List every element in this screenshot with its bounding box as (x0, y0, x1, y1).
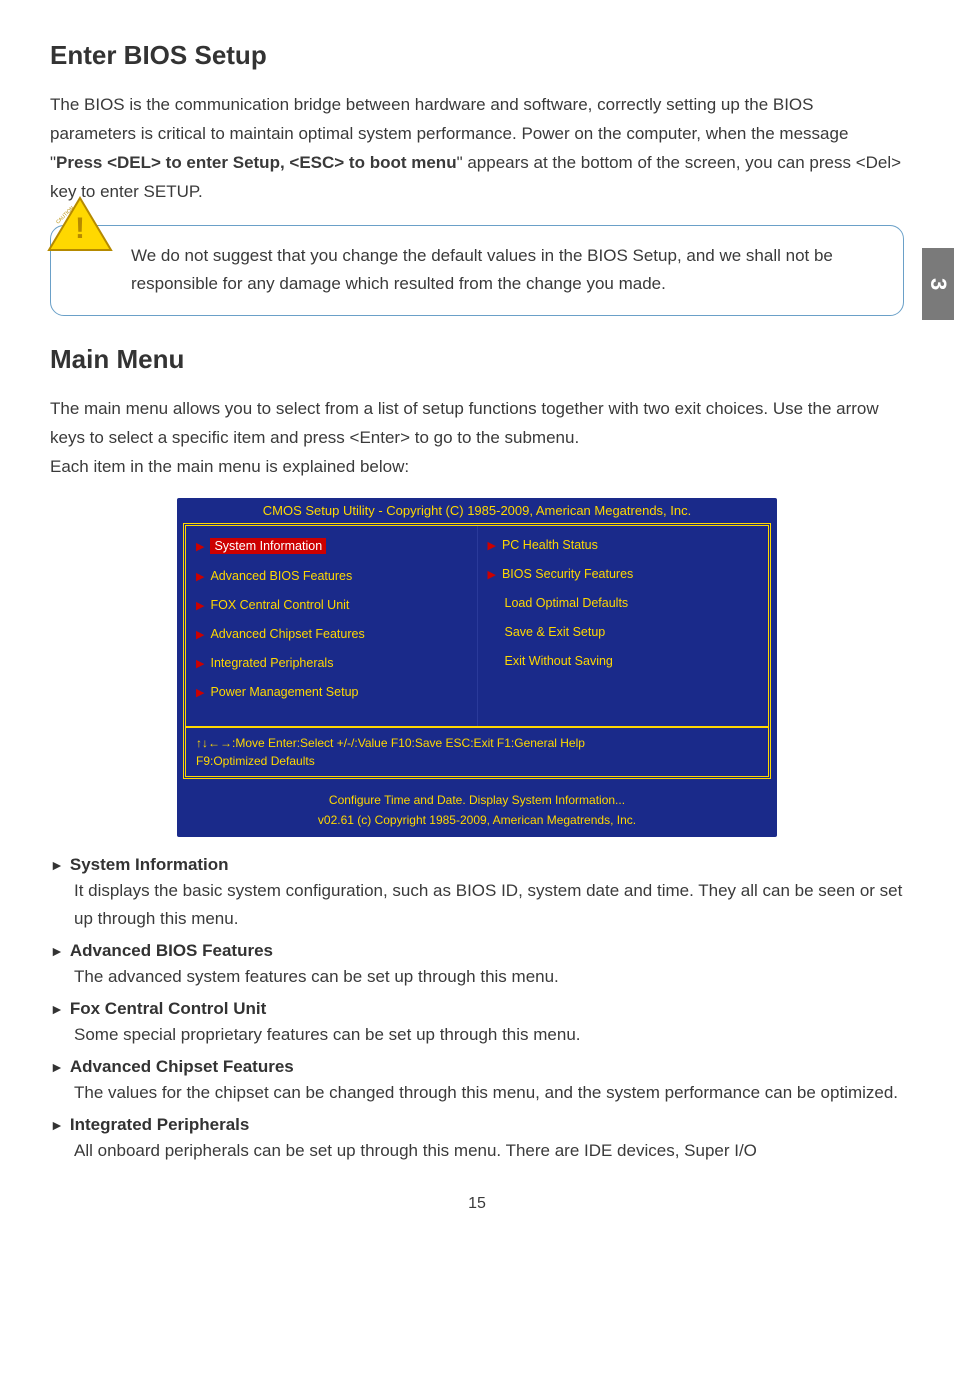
bios-item-label: System Information (210, 538, 326, 554)
text-bold-segment: Press <DEL> to enter Setup, <ESC> to boo… (56, 153, 457, 172)
svg-text:!: ! (75, 212, 85, 245)
bios-item-label: Advanced BIOS Features (210, 569, 352, 583)
triangle-bullet-icon: ► (50, 1059, 64, 1075)
triangle-bullet-icon: ► (50, 1001, 64, 1017)
bios-titlebar: CMOS Setup Utility - Copyright (C) 1985-… (177, 498, 777, 523)
desc-title-system-information: ► System Information (50, 855, 904, 875)
desc-body: It displays the basic system configurati… (74, 877, 904, 933)
triangle-bullet-icon: ► (50, 1117, 64, 1133)
menu-descriptions: ► System Information It displays the bas… (50, 855, 904, 1165)
paragraph-enter-bios: The BIOS is the communication bridge bet… (50, 91, 904, 207)
triangle-marker-icon: ▶ (196, 628, 204, 641)
bios-item-label: BIOS Security Features (502, 567, 633, 581)
bios-item-fox-central: ▶ FOX Central Control Unit (196, 598, 467, 612)
caution-triangle-icon: ! CAUTION (47, 196, 113, 254)
bios-copyright-line: v02.61 (c) Copyright 1985-2009, American… (177, 811, 777, 837)
paragraph-main-menu-intro: The main menu allows you to select from … (50, 395, 904, 482)
triangle-marker-icon: ▶ (196, 540, 204, 553)
bios-item-pc-health: ▶ PC Health Status (488, 538, 759, 552)
bios-item-load-defaults: Load Optimal Defaults (488, 596, 759, 610)
desc-title-text: Advanced Chipset Features (70, 1057, 294, 1077)
bios-item-label: FOX Central Control Unit (210, 598, 349, 612)
bios-item-integrated-peripherals: ▶ Integrated Peripherals (196, 656, 467, 670)
bios-columns: ▶ System Information ▶ Advanced BIOS Fea… (186, 526, 768, 726)
desc-title-advanced-bios: ► Advanced BIOS Features (50, 941, 904, 961)
desc-title-integrated-peripherals: ► Integrated Peripherals (50, 1115, 904, 1135)
triangle-marker-icon: ▶ (196, 657, 204, 670)
desc-title-text: Integrated Peripherals (70, 1115, 250, 1135)
bios-item-advanced-bios: ▶ Advanced BIOS Features (196, 569, 467, 583)
bios-item-label: Integrated Peripherals (210, 656, 333, 670)
bios-item-exit-without-saving: Exit Without Saving (488, 654, 759, 668)
bios-item-system-information: ▶ System Information (196, 538, 467, 554)
desc-body: All onboard peripherals can be set up th… (74, 1137, 904, 1165)
triangle-marker-icon: ▶ (488, 539, 496, 552)
bios-item-label: Save & Exit Setup (505, 625, 606, 639)
desc-body: The values for the chipset can be change… (74, 1079, 904, 1107)
bios-body: ▶ System Information ▶ Advanced BIOS Fea… (183, 523, 771, 779)
bios-item-label: Power Management Setup (210, 685, 358, 699)
triangle-marker-icon: ▶ (488, 568, 496, 581)
desc-title-advanced-chipset: ► Advanced Chipset Features (50, 1057, 904, 1077)
bios-item-label: PC Health Status (502, 538, 598, 552)
desc-body: The advanced system features can be set … (74, 963, 904, 991)
bios-item-label: Exit Without Saving (505, 654, 613, 668)
bios-right-column: ▶ PC Health Status ▶ BIOS Security Featu… (478, 526, 769, 726)
desc-title-text: Advanced BIOS Features (70, 941, 273, 961)
bios-item-label: Load Optimal Defaults (505, 596, 629, 610)
triangle-bullet-icon: ► (50, 857, 64, 873)
triangle-marker-icon: ▶ (196, 686, 204, 699)
bios-footer-keys: ↑↓←→:Move Enter:Select +/-/:Value F10:Sa… (186, 726, 768, 776)
triangle-marker-icon: ▶ (196, 570, 204, 583)
bios-item-bios-security: ▶ BIOS Security Features (488, 567, 759, 581)
bios-tip-line: Configure Time and Date. Display System … (177, 785, 777, 811)
triangle-marker-icon: ▶ (196, 599, 204, 612)
bios-left-column: ▶ System Information ▶ Advanced BIOS Fea… (186, 526, 478, 726)
heading-main-menu: Main Menu (50, 344, 904, 375)
caution-text: We do not suggest that you change the de… (131, 246, 833, 294)
page-number: 15 (50, 1195, 904, 1213)
desc-title-text: System Information (70, 855, 229, 875)
bios-item-power-management: ▶ Power Management Setup (196, 685, 467, 699)
caution-callout: ! CAUTION We do not suggest that you cha… (50, 225, 904, 317)
desc-title-fox-central: ► Fox Central Control Unit (50, 999, 904, 1019)
chapter-side-tab: 3 (922, 248, 954, 320)
bios-item-save-exit: Save & Exit Setup (488, 625, 759, 639)
desc-title-text: Fox Central Control Unit (70, 999, 266, 1019)
desc-body: Some special proprietary features can be… (74, 1021, 904, 1049)
bios-item-advanced-chipset: ▶ Advanced Chipset Features (196, 627, 467, 641)
bios-item-label: Advanced Chipset Features (210, 627, 364, 641)
bios-screenshot: CMOS Setup Utility - Copyright (C) 1985-… (177, 498, 777, 837)
heading-enter-bios: Enter BIOS Setup (50, 40, 904, 71)
triangle-bullet-icon: ► (50, 943, 64, 959)
